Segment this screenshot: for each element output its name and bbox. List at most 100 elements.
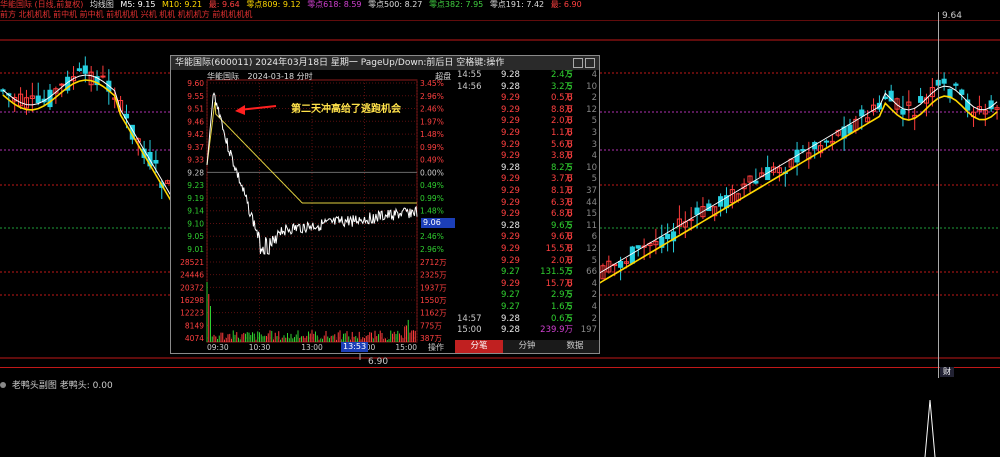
tick-price: 9.27 xyxy=(501,290,520,301)
tick-list[interactable]: 14:55 9.28 2.4万 S 4 14:56 9.28 3.2万 S 10 9.29 0.5万 B… xyxy=(455,70,599,338)
tick-row[interactable]: 15:00 9.28 239.9万 197 xyxy=(455,325,599,336)
pct-axis-label: 1.48% xyxy=(420,130,444,139)
m10-value: M10: 9.21 xyxy=(162,0,203,9)
moving-average-line xyxy=(2,74,174,201)
tick-count: 66 xyxy=(586,267,597,278)
candle-body xyxy=(900,108,906,115)
tick-side: B xyxy=(567,93,573,104)
tick-row[interactable]: 9.29 5.6万 B 3 xyxy=(455,140,599,151)
tick-count: 4 xyxy=(591,278,597,289)
tick-count: 44 xyxy=(586,197,597,208)
tick-row[interactable]: 9.27 131.5万 S 66 xyxy=(455,267,599,278)
candle-body xyxy=(635,245,641,249)
maximize-icon[interactable] xyxy=(573,58,583,68)
tab-minutes[interactable]: 分钟 xyxy=(503,340,551,353)
tick-price: 9.27 xyxy=(501,267,520,278)
tick-tabs: 分笔 分钟 数据 xyxy=(455,340,599,353)
candle-body xyxy=(918,96,924,103)
tick-side: S xyxy=(567,220,573,231)
price-axis-label: 9.05 xyxy=(187,232,204,241)
tick-row[interactable]: 9.29 2.0万 B 5 xyxy=(455,256,599,267)
price-axis-label: 9.14 xyxy=(187,207,204,216)
chart-header: 华能国际 (日线,前复权) 均线图 M5: 9.15 M10: 9.21 最: … xyxy=(0,0,1000,10)
crosshair-date-label: 财 xyxy=(940,367,954,377)
tick-row[interactable]: 9.27 2.9万 S 2 xyxy=(455,290,599,301)
candle-body xyxy=(859,109,865,117)
candle-body xyxy=(59,83,65,86)
tab-data[interactable]: 数据 xyxy=(551,340,599,353)
tick-row[interactable]: 14:56 9.28 3.2万 S 10 xyxy=(455,82,599,93)
tick-time: 15:00 xyxy=(457,325,482,336)
tick-price: 9.28 xyxy=(501,81,520,92)
tick-row[interactable]: 14:55 9.28 2.4万 S 4 xyxy=(455,70,599,81)
candle-body xyxy=(153,159,159,164)
vol-axis-label-right: 2325万 xyxy=(420,271,447,280)
vol-axis-label-right: 1937万 xyxy=(420,283,447,292)
tab-ticks[interactable]: 分笔 xyxy=(455,340,503,353)
annotation-text: 第二天冲高给了逃跑机会 xyxy=(291,104,401,115)
tick-row[interactable]: 9.28 8.2万 S 10 xyxy=(455,163,599,174)
tick-row[interactable]: 9.29 6.8万 B 15 xyxy=(455,209,599,220)
tick-row[interactable]: 9.28 9.6万 S 11 xyxy=(455,221,599,232)
candle-body xyxy=(618,261,624,268)
popup-titlebar[interactable]: 华能国际(600011) 2024年03月18日 星期一 PageUp/Down… xyxy=(171,56,599,70)
indicator-spike xyxy=(924,399,936,457)
pct-axis-label: 0.49% xyxy=(420,181,444,190)
intraday-popup[interactable]: 华能国际(600011) 2024年03月18日 星期一 PageUp/Down… xyxy=(170,55,600,354)
tick-row[interactable]: 9.29 9.6万 B 6 xyxy=(455,232,599,243)
price-axis-label: 9.60 xyxy=(187,79,204,88)
price-axis-label: 9.10 xyxy=(187,219,204,228)
indicator-name[interactable]: 均线图 xyxy=(90,0,114,9)
price-axis-label: 9.46 xyxy=(187,117,204,126)
price-axis-label: 9.37 xyxy=(187,143,204,152)
close-icon[interactable] xyxy=(585,58,595,68)
tick-row[interactable]: 9.29 3.8万 B 4 xyxy=(455,151,599,162)
tick-row[interactable]: 9.29 8.1万 B 37 xyxy=(455,186,599,197)
tick-row[interactable]: 9.29 0.5万 B 2 xyxy=(455,93,599,104)
tick-row[interactable]: 9.27 1.6万 S 4 xyxy=(455,302,599,313)
signal-labels: 前方 北机机机 前中机 前中机 前机机机 兴机 机机 机机机方 前机机机机 xyxy=(0,10,253,19)
tick-side: S xyxy=(567,313,573,324)
tick-time: 14:55 xyxy=(457,70,482,80)
vol-axis-label: 8149 xyxy=(185,321,204,330)
tick-count: 2 xyxy=(591,313,597,324)
tick-time: 14:57 xyxy=(457,313,482,324)
tick-volume: 239.9万 xyxy=(540,325,573,336)
tick-row[interactable]: 9.29 2.0万 B 5 xyxy=(455,116,599,127)
tick-row[interactable]: 9.29 8.8万 B 12 xyxy=(455,105,599,116)
intraday-date: 2024-03-18 分时 xyxy=(247,72,313,81)
low-price-label: 6.90 xyxy=(368,357,389,367)
tick-row[interactable]: 9.29 3.7万 B 5 xyxy=(455,174,599,185)
tick-row[interactable]: 9.29 1.1万 B 3 xyxy=(455,128,599,139)
extra1-value: 最: 9.64 xyxy=(208,0,240,9)
pct-axis-label: 2.96% xyxy=(420,245,444,254)
moving-average-line xyxy=(590,95,998,289)
operate-button[interactable]: 操作 xyxy=(428,342,444,353)
last-value: 最: 6.90 xyxy=(550,0,582,9)
tick-side: S xyxy=(567,302,573,312)
tick-count: 5 xyxy=(591,255,597,266)
tick-count: 197 xyxy=(580,325,597,336)
tick-count: 5 xyxy=(591,174,597,185)
tick-row[interactable]: 14:57 9.28 0.6万 S 2 xyxy=(455,314,599,325)
tick-price: 9.28 xyxy=(501,220,520,231)
overlay-button[interactable]: 超盘 xyxy=(435,72,451,81)
tick-side: B xyxy=(567,255,573,266)
tick-row[interactable]: 9.29 6.3万 B 44 xyxy=(455,198,599,209)
annotation-arrow-head xyxy=(235,105,245,115)
intraday-stock-name: 华能国际 xyxy=(207,72,239,81)
tick-count: 5 xyxy=(591,116,597,127)
tick-count: 11 xyxy=(586,220,597,231)
tick-time: 14:56 xyxy=(457,81,482,92)
tick-row[interactable]: 9.29 15.7万 B 4 xyxy=(455,279,599,290)
pct-axis-label: 2.96% xyxy=(420,92,444,101)
cursor-price-label: 9.06 xyxy=(421,218,455,228)
vol-axis-label: 28521 xyxy=(180,258,204,267)
tick-row[interactable]: 9.29 15.5万 B 12 xyxy=(455,244,599,255)
candle-body xyxy=(941,78,947,84)
time-axis-label: 10:30 xyxy=(249,343,271,352)
tick-price: 9.29 xyxy=(501,244,520,254)
tick-count: 4 xyxy=(591,70,597,80)
pct-axis-label: 2.46% xyxy=(420,105,444,114)
tick-count: 2 xyxy=(591,93,597,104)
